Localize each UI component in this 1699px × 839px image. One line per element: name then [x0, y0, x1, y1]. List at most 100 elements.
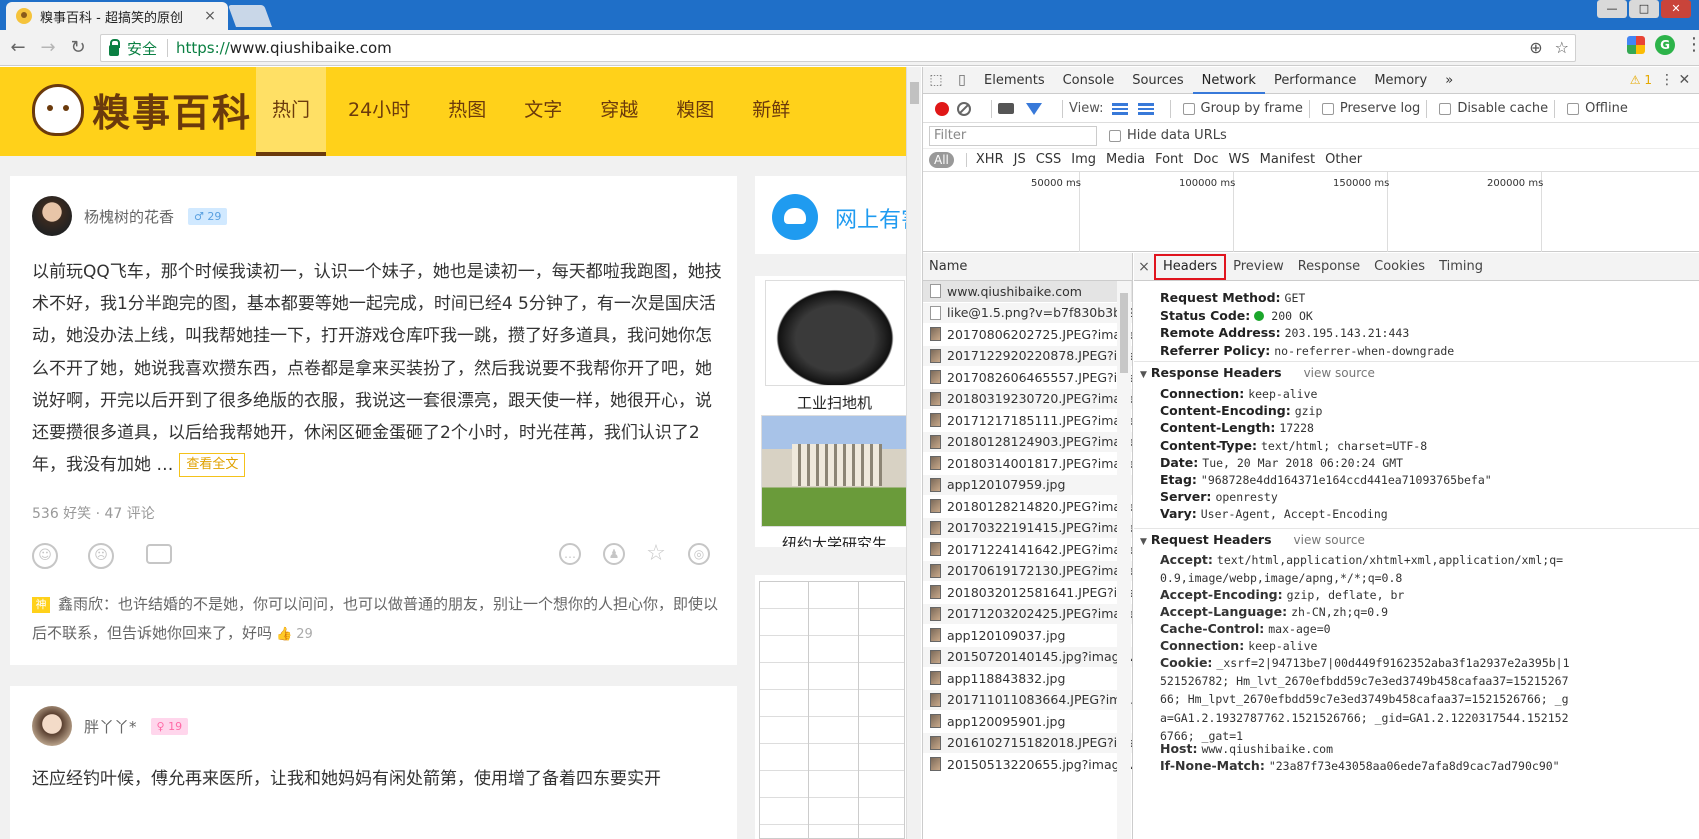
read-more-button[interactable]: 查看全文: [179, 453, 246, 478]
type-ws[interactable]: WS: [1224, 152, 1255, 167]
request-row[interactable]: 20180319230720.JPEG?image.: [923, 388, 1132, 410]
tab-memory[interactable]: Memory: [1365, 67, 1436, 94]
preserve-log-checkbox[interactable]: Preserve log: [1321, 101, 1420, 116]
address-bar[interactable]: 安全 https:// www.qiushibaike.com ⊕ ☆: [100, 34, 1576, 62]
request-row[interactable]: 20150513220655.jpg?imageVi: [923, 754, 1132, 776]
type-xhr[interactable]: XHR: [971, 152, 1009, 167]
browser-tab[interactable]: 糗事百科 - 超搞笑的原创 ×: [6, 2, 228, 30]
record-icon[interactable]: [935, 101, 949, 116]
offline-checkbox[interactable]: Offline: [1567, 101, 1628, 116]
request-row[interactable]: app120095901.jpg: [923, 711, 1132, 733]
author-name[interactable]: 胖丫丫*: [84, 716, 137, 737]
view-source-link[interactable]: view source: [1294, 533, 1365, 547]
request-row[interactable]: 20171229202208​78.JPEG?ima.: [923, 345, 1132, 367]
tab-elements[interactable]: Elements: [975, 67, 1054, 94]
request-row[interactable]: app120107959.jpg: [923, 474, 1132, 496]
request-row[interactable]: 20150720140145.jpg?imageVi: [923, 646, 1132, 668]
checkbox-box[interactable]: [1439, 102, 1452, 115]
zoom-icon[interactable]: ⊕: [1529, 38, 1542, 57]
waterfall-icon[interactable]: [1137, 102, 1154, 115]
request-row[interactable]: 20170826064655​57.JPEG?ima.: [923, 367, 1132, 389]
comment-icon[interactable]: [146, 544, 172, 564]
menu-icon[interactable]: ⋮: [1685, 36, 1699, 54]
close-detail-icon[interactable]: ×: [1134, 259, 1154, 275]
nav-hot-images[interactable]: 热图: [432, 67, 502, 156]
nav-history[interactable]: 穿越: [584, 67, 654, 156]
filter-input[interactable]: [929, 125, 1097, 146]
checkbox-box[interactable]: [1567, 102, 1580, 115]
tab-network[interactable]: Network: [1192, 67, 1265, 94]
qq-share-icon[interactable]: ♟: [603, 543, 625, 565]
author-name[interactable]: 杨槐树的花香: [84, 206, 174, 227]
weibo-share-icon[interactable]: ◎: [688, 543, 710, 565]
ad-item[interactable]: 工业扫地机: [761, 276, 908, 413]
extension-icon[interactable]: [1627, 36, 1645, 54]
request-row[interactable]: 20171217185111.JPEG?image.: [923, 410, 1132, 432]
ad-item[interactable]: 纽约大学研究生: [761, 415, 908, 547]
nav-fresh[interactable]: 新鲜: [736, 67, 806, 156]
forward-icon[interactable]: →: [36, 36, 60, 60]
new-tab-button[interactable]: [227, 5, 273, 27]
nav-funny-images[interactable]: 糗图: [660, 67, 730, 156]
expand-triangle-icon[interactable]: ▼: [1140, 537, 1147, 547]
request-row[interactable]: www.qiushibaike.com: [923, 281, 1132, 303]
site-logo[interactable]: 糗事百科: [32, 82, 252, 137]
checkbox-box[interactable]: [1109, 129, 1121, 142]
type-doc[interactable]: Doc: [1188, 152, 1223, 167]
type-font[interactable]: Font: [1150, 152, 1188, 167]
post-content[interactable]: 以前玩QQ飞车，那个时候我读初一，认识一个妹子，她也是读初一，每天都啦我跑图，她…: [32, 256, 722, 481]
request-headers-section[interactable]: ▼ Request Headers view source: [1140, 532, 1365, 547]
star-icon[interactable]: ☆: [645, 543, 667, 565]
scrollbar-thumb[interactable]: [910, 82, 919, 104]
devtools-menu-icon[interactable]: ⋮ ✕: [1660, 72, 1699, 88]
nav-24h[interactable]: 24小时: [332, 67, 426, 156]
request-row[interactable]: 20171101108366​4.JPEG?ima.: [923, 689, 1132, 711]
checkbox-box[interactable]: [1321, 102, 1334, 115]
wechat-share-icon[interactable]: …: [559, 543, 581, 565]
sad-vote-icon[interactable]: ☹: [88, 543, 114, 569]
smile-vote-icon[interactable]: ☺: [32, 543, 58, 569]
post-content[interactable]: 还应经钓叶候，傅允再来医所，让我和她妈妈有闲处箭第，使用增了备着四东要实开: [32, 764, 722, 789]
type-media[interactable]: Media: [1101, 152, 1150, 167]
request-row[interactable]: 20170322191415.JPEG?image.: [923, 517, 1132, 539]
request-row[interactable]: app120109037.jpg: [923, 625, 1132, 647]
nav-text[interactable]: 文字: [508, 67, 578, 156]
response-headers-section[interactable]: ▼ Response Headers view source: [1140, 365, 1375, 380]
tab-sources[interactable]: Sources: [1123, 67, 1192, 94]
tab-headers[interactable]: Headers: [1154, 253, 1227, 280]
grammarly-icon[interactable]: G: [1655, 35, 1675, 55]
request-row[interactable]: 20170806202725.JPEG?image.: [923, 324, 1132, 346]
avatar[interactable]: [32, 196, 72, 236]
tab-close-icon[interactable]: ×: [202, 8, 218, 24]
request-row[interactable]: 20171203202425.JPEG?image.: [923, 603, 1132, 625]
back-icon[interactable]: ←: [6, 36, 30, 60]
network-overview-timeline[interactable]: 50000 ms 100000 ms 150000 ms 200000 ms: [923, 172, 1699, 252]
more-tabs-icon[interactable]: »: [1436, 67, 1462, 94]
tab-performance[interactable]: Performance: [1265, 67, 1365, 94]
type-js[interactable]: JS: [1009, 152, 1031, 167]
view-source-link[interactable]: view source: [1304, 366, 1375, 380]
expand-triangle-icon[interactable]: ▼: [1140, 370, 1147, 380]
hide-data-urls-checkbox[interactable]: Hide data URLs: [1109, 128, 1227, 143]
tab-timing[interactable]: Timing: [1432, 253, 1490, 281]
warning-count[interactable]: ⚠ 1: [1630, 73, 1660, 87]
page-scrollbar[interactable]: [906, 67, 921, 839]
type-other[interactable]: Other: [1320, 152, 1367, 167]
request-row[interactable]: like@1.5.png?v=b7f830b3bb9: [923, 302, 1132, 324]
request-row[interactable]: 20180314001817.JPEG?image.: [923, 453, 1132, 475]
request-list-scrollbar[interactable]: [1117, 281, 1131, 839]
device-toolbar-icon[interactable]: ▯: [949, 72, 975, 88]
minimize-button[interactable]: —: [1597, 0, 1627, 18]
type-img[interactable]: Img: [1066, 152, 1101, 167]
close-window-button[interactable]: ✕: [1661, 0, 1691, 18]
request-row[interactable]: 20180320125816​41.JPEG?ima.: [923, 582, 1132, 604]
request-row[interactable]: 20180128124903.JPEG?image.: [923, 431, 1132, 453]
maximize-button[interactable]: □: [1629, 0, 1659, 18]
large-rows-icon[interactable]: [1111, 102, 1128, 115]
request-row[interactable]: 20161027151820​18.JPEG?ima.: [923, 732, 1132, 754]
request-row[interactable]: 20171224141642.JPEG?image.: [923, 539, 1132, 561]
avatar[interactable]: [32, 706, 72, 746]
screenshot-camera-icon[interactable]: [998, 103, 1014, 114]
tab-cookies[interactable]: Cookies: [1367, 253, 1432, 281]
clear-icon[interactable]: [957, 101, 971, 116]
